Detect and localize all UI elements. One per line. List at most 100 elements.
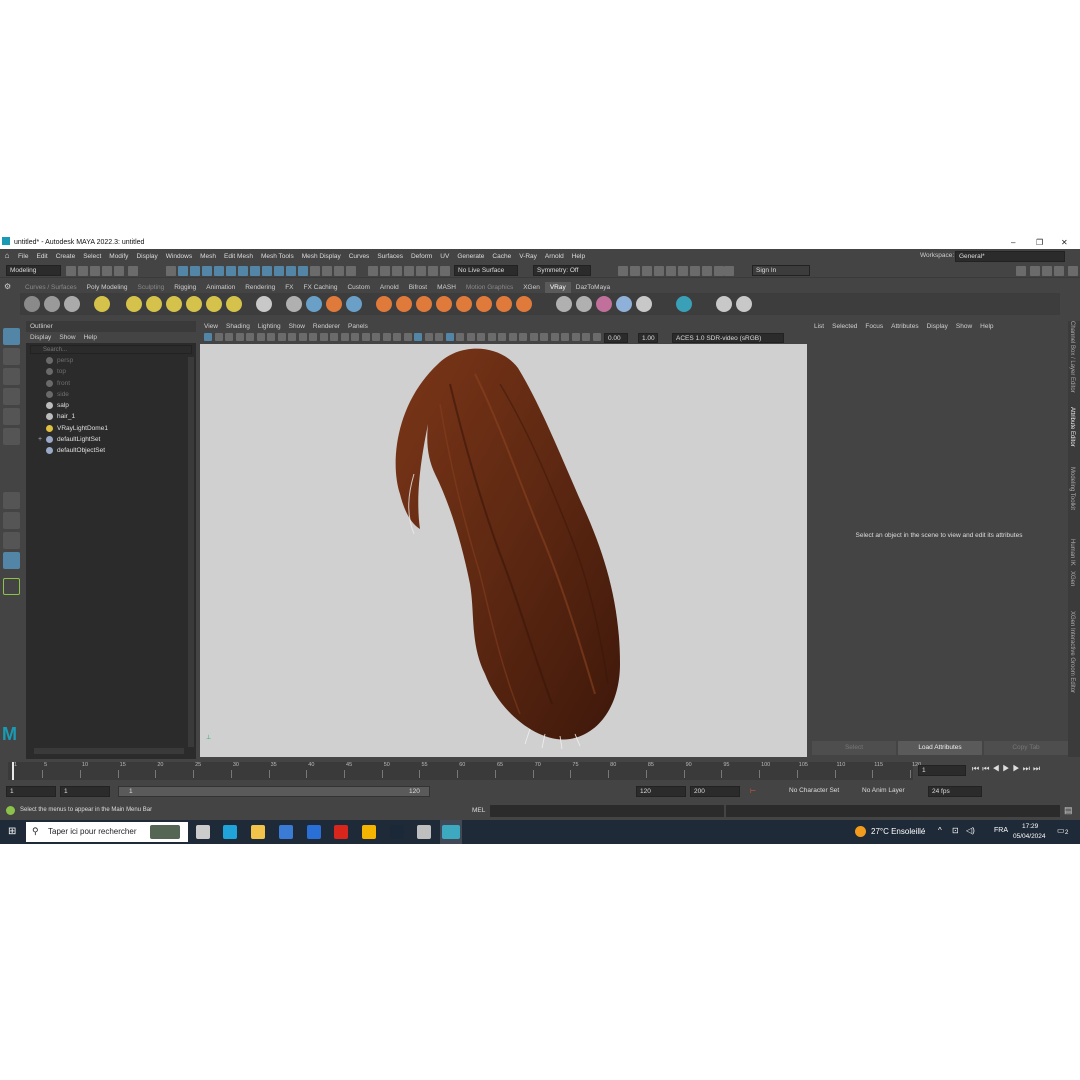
rect-light-icon[interactable] bbox=[166, 296, 182, 312]
volume-icon[interactable]: ◁) bbox=[966, 826, 975, 835]
app-icon[interactable] bbox=[417, 825, 431, 839]
outliner-layout-icon[interactable] bbox=[3, 552, 20, 569]
viewport-tool-icon[interactable] bbox=[498, 333, 506, 341]
status-tool-icon[interactable] bbox=[310, 266, 320, 276]
status-tool-icon[interactable] bbox=[630, 266, 640, 276]
lasso-tool-icon[interactable] bbox=[3, 348, 20, 365]
clock-time[interactable]: 17:29 bbox=[1022, 823, 1038, 830]
outliner-item[interactable]: top bbox=[26, 366, 186, 377]
status-tool-icon[interactable] bbox=[678, 266, 688, 276]
ies-light-icon[interactable] bbox=[206, 296, 222, 312]
viewport-tool-icon[interactable] bbox=[214, 333, 223, 341]
lookdev-icon[interactable] bbox=[576, 296, 592, 312]
status-tool-icon[interactable] bbox=[286, 266, 296, 276]
status-tool-icon[interactable] bbox=[666, 266, 676, 276]
range-bar[interactable]: 1 120 bbox=[118, 786, 430, 797]
status-tool-icon[interactable] bbox=[78, 266, 88, 276]
status-tool-icon[interactable] bbox=[368, 266, 378, 276]
shelf-tab-curves-surfaces[interactable]: Curves / Surfaces bbox=[20, 282, 82, 293]
viewport-menu-shading[interactable]: Shading bbox=[222, 321, 254, 332]
viewport-tool-icon[interactable] bbox=[267, 333, 275, 341]
menu-mesh-display[interactable]: Mesh Display bbox=[298, 250, 345, 264]
edge-icon[interactable] bbox=[223, 825, 237, 839]
viewport-tool-icon[interactable] bbox=[456, 333, 464, 341]
side-tab-modeling-toolkit[interactable]: Modeling Toolkit bbox=[1069, 467, 1075, 510]
status-tool-icon[interactable] bbox=[262, 266, 272, 276]
paint-select-icon[interactable] bbox=[3, 368, 20, 385]
shelf-tab-custom[interactable]: Custom bbox=[342, 282, 374, 293]
scatter-icon[interactable] bbox=[436, 296, 452, 312]
menu-arnold[interactable]: Arnold bbox=[541, 250, 568, 264]
status-tool-icon[interactable] bbox=[250, 266, 260, 276]
playback-controls[interactable]: ⏮⏮◀▶▶⏭⏭ bbox=[972, 764, 1043, 774]
shelf-tab-rigging[interactable]: Rigging bbox=[169, 282, 201, 293]
menu-file[interactable]: File bbox=[14, 250, 32, 264]
shelf-tab-mash[interactable]: MASH bbox=[432, 282, 461, 293]
gamma-field[interactable]: 1.00 bbox=[638, 333, 658, 343]
status-tool-icon[interactable] bbox=[428, 266, 438, 276]
shelf-tab-sculpting[interactable]: Sculpting bbox=[133, 282, 170, 293]
vray-fb-icon[interactable] bbox=[64, 296, 80, 312]
status-tool-icon[interactable] bbox=[346, 266, 356, 276]
side-tab-human-ik[interactable]: Human IK bbox=[1069, 539, 1075, 566]
scale-tool-icon[interactable] bbox=[3, 428, 20, 445]
start-frame-field[interactable]: 1 bbox=[6, 786, 56, 797]
status-tool-icon[interactable] bbox=[1042, 266, 1052, 276]
mail-icon[interactable] bbox=[307, 825, 321, 839]
menu-uv[interactable]: UV bbox=[436, 250, 453, 264]
shelf-tab-arnold[interactable]: Arnold bbox=[375, 282, 404, 293]
shelf-tab-fx[interactable]: FX bbox=[280, 282, 298, 293]
status-tool-icon[interactable] bbox=[128, 266, 138, 276]
viewport-tool-icon[interactable] bbox=[288, 333, 296, 341]
anim-layer-select[interactable]: No Anim Layer bbox=[859, 786, 913, 797]
viewport-tool-icon[interactable] bbox=[256, 333, 265, 341]
menu-select[interactable]: Select bbox=[79, 250, 105, 264]
fire-icon[interactable] bbox=[416, 296, 432, 312]
menu-mesh[interactable]: Mesh bbox=[196, 250, 220, 264]
status-tool-icon[interactable] bbox=[440, 266, 450, 276]
viewport-tool-icon[interactable] bbox=[435, 333, 443, 341]
shelf-tab-bifrost[interactable]: Bifrost bbox=[404, 282, 432, 293]
outliner-hscrollbar[interactable] bbox=[34, 748, 184, 754]
palette-icon[interactable] bbox=[636, 296, 652, 312]
viewport-tool-icon[interactable] bbox=[550, 333, 559, 341]
viewport-menu-view[interactable]: View bbox=[200, 321, 222, 332]
shelf-tab-animation[interactable]: Animation bbox=[201, 282, 240, 293]
menu-mesh-tools[interactable]: Mesh Tools bbox=[257, 250, 298, 264]
proxy-icon[interactable] bbox=[286, 296, 302, 312]
outliner-menu-show[interactable]: Show bbox=[55, 332, 79, 343]
viewport-tool-icon[interactable] bbox=[487, 333, 496, 341]
viewport-menu-renderer[interactable]: Renderer bbox=[309, 321, 344, 332]
status-tool-icon[interactable] bbox=[190, 266, 200, 276]
settings-gear-icon[interactable] bbox=[516, 296, 532, 312]
outliner-scrollbar[interactable] bbox=[188, 357, 194, 747]
restore-button[interactable]: ❐ bbox=[1036, 236, 1043, 249]
shelf-tab-daztomaya[interactable]: DazToMaya bbox=[571, 282, 615, 293]
store-icon[interactable] bbox=[279, 825, 293, 839]
viewport-tool-icon[interactable] bbox=[540, 333, 548, 341]
status-tool-icon[interactable] bbox=[238, 266, 248, 276]
menu-edit-mesh[interactable]: Edit Mesh bbox=[220, 250, 257, 264]
wildlife-image-icon[interactable] bbox=[150, 825, 180, 839]
outliner-item[interactable]: hair_1 bbox=[26, 411, 186, 422]
script-editor-icon[interactable]: ▤ bbox=[1064, 805, 1073, 816]
shader-ball-icon[interactable] bbox=[596, 296, 612, 312]
viewport-tool-icon[interactable] bbox=[246, 333, 254, 341]
status-tool-icon[interactable] bbox=[66, 266, 76, 276]
menu-v-ray[interactable]: V-Ray bbox=[515, 250, 541, 264]
status-tool-icon[interactable] bbox=[298, 266, 308, 276]
outliner-item[interactable]: persp bbox=[26, 355, 186, 366]
plane-icon[interactable] bbox=[256, 296, 272, 312]
menu-help[interactable]: Help bbox=[568, 250, 589, 264]
viewport-tool-icon[interactable] bbox=[445, 333, 454, 341]
fps-select[interactable]: 24 fps bbox=[928, 786, 982, 797]
status-tool-icon[interactable] bbox=[654, 266, 664, 276]
viewport-menu-panels[interactable]: Panels bbox=[344, 321, 372, 332]
side-tab-xgen-interactive-groom-editor[interactable]: XGen Interactive Groom Editor bbox=[1069, 611, 1075, 693]
end-frame-field[interactable]: 120 bbox=[636, 786, 686, 797]
vray-mtl-icon[interactable] bbox=[376, 296, 392, 312]
viewport-tool-icon[interactable] bbox=[277, 333, 286, 341]
viewport-tool-icon[interactable] bbox=[361, 333, 370, 341]
attr-menu-list[interactable]: List bbox=[810, 321, 828, 332]
notifications-icon[interactable]: ▭ bbox=[1057, 826, 1065, 835]
